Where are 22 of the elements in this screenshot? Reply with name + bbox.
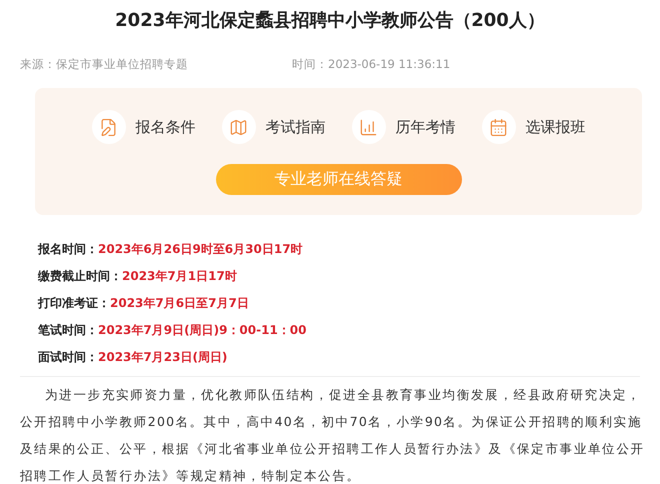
schedule-value: 2023年7月1日17时 [122,268,237,285]
time-text: 时间：2023-06-19 11:36:11 [292,56,450,72]
quick-link[interactable]: 历年考情 [352,110,456,144]
schedule-label: 面试时间： [38,349,98,366]
calendar-icon [482,110,516,144]
bar-chart-icon [352,110,386,144]
schedule-label: 报名时间： [38,241,98,258]
quick-link[interactable]: 选课报班 [482,110,586,144]
schedule-value: 2023年7月23日(周日) [98,349,228,366]
quick-link[interactable]: 考试指南 [222,110,326,144]
announcement-paragraph: 为进一步充实师资力量，优化教师队伍结构，促进全县教育事业均衡发展，经县政府研究决定，公开招聘中小学教师200名。其中，高中40名，初中70名，小学90名。为保证公开招聘的顺利实施及结果的公正、公平，根据《河北省事业单位公开招聘工作人员暂行办法》及《保定市事业单位公开招聘工作人员暂行办法》等规定精神，特制定本公告。 [20,386,645,484]
quick-link[interactable]: 报名条件 [92,110,196,144]
map-icon [222,110,256,144]
article-title: 2023年河北保定蠡县招聘中小学教师公告（200人） [114,9,546,33]
schedule-value: 2023年7月6日至7月7日 [110,295,249,312]
schedule-label: 缴费截止时间： [38,268,122,285]
schedule-label: 打印准考证： [38,295,110,312]
schedule-value: 2023年6月26日9时至6月30日17时 [98,241,303,258]
form-pen-icon [92,110,126,144]
source-text: 来源：保定市事业单位招聘专题 [20,56,188,72]
schedule-value: 2023年7月9日(周日)9：00-11：00 [98,322,306,339]
schedule-label: 笔试时间： [38,322,98,339]
